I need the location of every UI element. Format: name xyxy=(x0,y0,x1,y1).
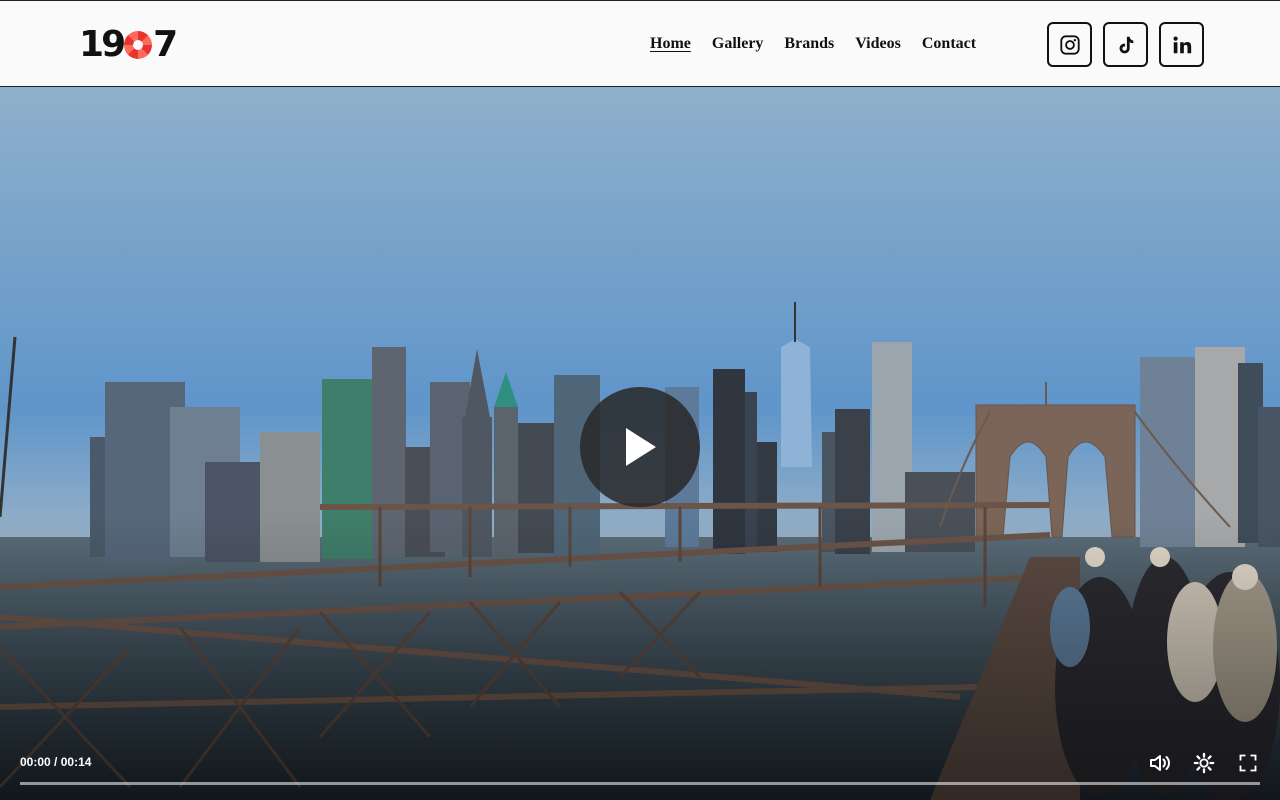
logo-digit-1: 1 xyxy=(79,23,104,65)
brand-logo[interactable]: 1 9 7 xyxy=(79,23,178,65)
main-nav: Home Gallery Brands Videos Contact xyxy=(650,35,976,53)
settings-button[interactable] xyxy=(1192,751,1216,775)
video-progress-bar[interactable] xyxy=(20,782,1260,785)
current-time: 00:00 xyxy=(20,755,51,769)
shutter-icon xyxy=(124,31,153,59)
linkedin-icon xyxy=(1172,35,1191,53)
nav-gallery[interactable]: Gallery xyxy=(712,35,764,53)
fullscreen-button[interactable] xyxy=(1236,751,1260,775)
tiktok-icon xyxy=(1119,36,1133,53)
duration: 00:14 xyxy=(60,755,92,769)
instagram-icon xyxy=(1059,34,1080,55)
nav-home[interactable]: Home xyxy=(650,35,691,53)
play-icon xyxy=(626,428,656,466)
video-time-display: 00:00 / 00:14 xyxy=(20,755,91,769)
nav-contact[interactable]: Contact xyxy=(922,35,976,53)
logo-digit-9: 9 xyxy=(101,23,126,65)
linkedin-button[interactable] xyxy=(1159,22,1204,67)
volume-button[interactable] xyxy=(1148,751,1172,775)
tiktok-button[interactable] xyxy=(1103,22,1148,67)
nav-videos[interactable]: Videos xyxy=(855,35,901,53)
logo-digit-7: 7 xyxy=(153,23,178,65)
hero-video[interactable]: 00:00 / 00:14 xyxy=(0,87,1280,800)
nav-brands[interactable]: Brands xyxy=(784,35,834,53)
social-links xyxy=(1047,22,1204,67)
volume-icon xyxy=(1150,755,1170,771)
instagram-button[interactable] xyxy=(1047,22,1092,67)
settings-icon xyxy=(1193,752,1215,774)
fullscreen-icon xyxy=(1239,754,1257,772)
play-button[interactable] xyxy=(580,387,700,507)
site-header: 1 9 7 Home Gallery Brands Videos Contact xyxy=(0,0,1280,87)
time-separator: / xyxy=(54,755,58,769)
